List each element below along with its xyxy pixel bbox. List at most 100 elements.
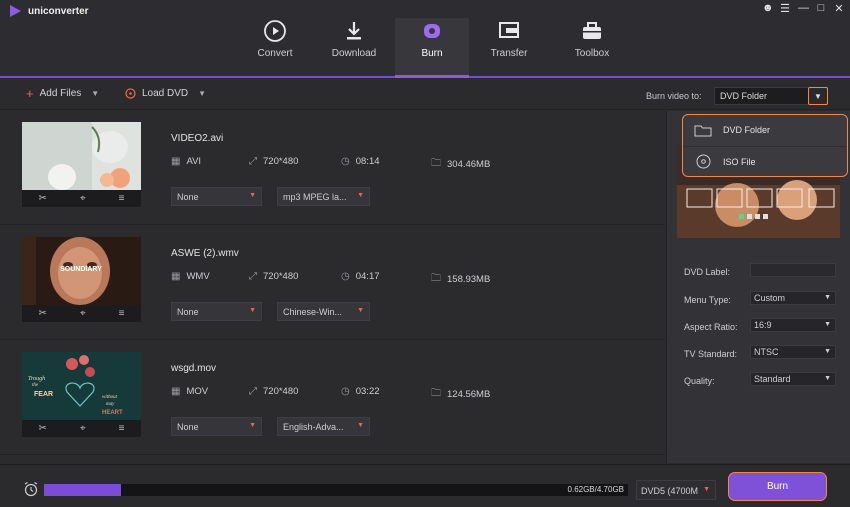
file-resolution: ⤢ 720*480 [249,156,298,167]
duration-value: 03:22 [355,386,380,397]
menu-type-select[interactable]: Custom ▼ [750,291,836,305]
dvd-label-label: DVD Label: [684,267,731,277]
chevron-down-icon[interactable]: ▼ [198,89,206,98]
window-controls: ☻ ☰ — □ ✕ [762,2,844,15]
dropdown-item-label: DVD Folder [723,125,771,135]
dropdown-item-iso-file[interactable]: ISO File [683,146,846,176]
list-item[interactable]: SOUNDIARY ✂ ⌖ ≡ ASWE (2).wmv ▦ WMV ⤢ 720*4… [0,226,665,340]
crop-icon[interactable]: ⌖ [80,193,86,204]
menu-type-label: Menu Type: [684,295,731,305]
menu-type-value: Custom [754,293,786,303]
file-format: ▦ WMV [171,271,210,282]
subtitle-select[interactable]: None ▼ [171,417,262,436]
subtitle-select[interactable]: None ▼ [171,187,262,206]
menu-icon[interactable]: ☰ [780,2,790,15]
burn-to-dropdown: DVD Folder ISO File [682,114,848,177]
audio-select[interactable]: mp3 MPEG la... ▼ [277,187,370,206]
subtitle-select[interactable]: None ▼ [171,302,262,321]
dvd-icon [125,88,136,99]
disc-type-select[interactable]: DVD5 (4700M ▼ [636,480,716,500]
resolution-icon: ⤢ [249,271,257,282]
adjust-icon[interactable]: ≡ [119,308,125,319]
aspect-ratio-value: 16:9 [754,320,772,330]
tv-standard-value: NTSC [754,347,779,357]
file-list: ✂ ⌖ ≡ VIDEO2.avi ▦ AVI ⤢ 720*480 ◷ 08:14 🗀 3… [0,111,665,463]
tab-toolbox[interactable]: Toolbox [555,18,629,76]
file-size: 🗀 158.93MB [431,271,490,288]
scissors-icon[interactable]: ✂ [39,193,47,204]
tab-convert[interactable]: Convert [238,18,312,76]
subtitle-value: None [177,307,199,317]
clock-icon: ◷ [341,271,350,282]
size-value: 304.46MB [447,159,491,170]
video-thumbnail[interactable]: SOUNDIARY ✂ ⌖ ≡ [22,237,141,322]
subtitle-value: None [177,192,199,202]
file-resolution: ⤢ 720*480 [249,386,298,397]
burn-icon [424,24,440,38]
file-duration: ◷ 03:22 [341,386,380,397]
dropdown-item-dvd-folder[interactable]: DVD Folder [683,115,846,145]
convert-icon [264,20,286,42]
audio-select[interactable]: Chinese-Win... ▼ [277,302,370,321]
chevron-down-icon[interactable]: ▼ [808,87,828,105]
chevron-down-icon: ▼ [249,307,256,314]
thumbnail-text: may [106,402,115,407]
resolution-value: 720*480 [263,156,299,167]
duration-value: 04:17 [355,271,380,282]
bottom-bar: 0.62GB/4.70GB DVD5 (4700M ▼ Burn [0,464,850,507]
progress-fill [44,484,122,496]
tab-download[interactable]: Download [317,18,391,76]
tab-burn[interactable]: Burn [395,18,469,78]
maximize-icon[interactable]: □ [816,2,826,15]
chevron-down-icon: ▼ [824,294,831,301]
tv-standard-select[interactable]: NTSC ▼ [750,345,836,359]
chevron-down-icon: ▼ [249,192,256,199]
burn-to-select[interactable]: DVD Folder ▼ [714,87,828,105]
subtitle-value: None [177,422,199,432]
app-title: uniconverter [28,5,89,17]
tab-transfer[interactable]: Transfer [472,18,546,76]
file-duration: ◷ 04:17 [341,271,380,282]
file-size: 🗀 124.56MB [431,386,490,403]
thumbnail-text: FEAR [34,391,53,398]
adjust-icon[interactable]: ≡ [119,193,125,204]
video-thumbnail[interactable]: Trough the FEAR without may HEART ✂ ⌖ ≡ [22,352,141,437]
chevron-down-icon[interactable]: ▼ [91,89,99,98]
file-size: 🗀 304.46MB [431,156,490,173]
thumbnail-image: Trough the FEAR without may HEART [22,352,141,420]
file-duration: ◷ 08:14 [341,156,380,167]
aspect-ratio-select[interactable]: 16:9 ▼ [750,318,836,332]
toolbox-icon [583,22,601,39]
adjust-icon[interactable]: ≡ [119,423,125,434]
list-item[interactable]: ✂ ⌖ ≡ VIDEO2.avi ▦ AVI ⤢ 720*480 ◷ 08:14 🗀 3… [0,111,665,225]
close-icon[interactable]: ✕ [834,2,844,15]
video-thumbnail[interactable]: ✂ ⌖ ≡ [22,122,141,207]
scissors-icon[interactable]: ✂ [39,308,47,319]
quality-select[interactable]: Standard ▼ [750,372,836,386]
dvd-label-input[interactable] [750,263,836,277]
crop-icon[interactable]: ⌖ [80,308,86,319]
thumbnail-tools: ✂ ⌖ ≡ [22,420,141,437]
audio-select[interactable]: English-Adva... ▼ [277,417,370,436]
format-value: WMV [186,271,210,282]
burn-button[interactable]: Burn [728,472,827,501]
chevron-down-icon: ▼ [824,375,831,382]
disc-type-value: DVD5 (4700M [641,486,699,496]
thumbnail-overlay-text: SOUNDIARY [60,266,102,273]
quality-label: Quality: [684,376,715,386]
scissors-icon[interactable]: ✂ [39,423,47,434]
alarm-clock-icon[interactable] [23,481,39,497]
add-files-button[interactable]: + Add Files ▼ [26,87,99,100]
load-dvd-button[interactable]: Load DVD ▼ [125,88,206,99]
progress-text: 0.62GB/4.70GB [567,485,624,494]
crop-icon[interactable]: ⌖ [80,423,86,434]
account-icon[interactable]: ☻ [762,2,774,15]
resolution-value: 720*480 [263,271,299,282]
audio-value: English-Adva... [283,422,344,432]
clock-icon: ◷ [341,386,350,397]
minimize-icon[interactable]: — [798,2,809,15]
resolution-value: 720*480 [263,386,299,397]
audio-value: mp3 MPEG la... [283,192,347,202]
list-item[interactable]: Trough the FEAR without may HEART ✂ ⌖ ≡ … [0,341,665,455]
disc-space-progress: 0.62GB/4.70GB [44,484,628,496]
